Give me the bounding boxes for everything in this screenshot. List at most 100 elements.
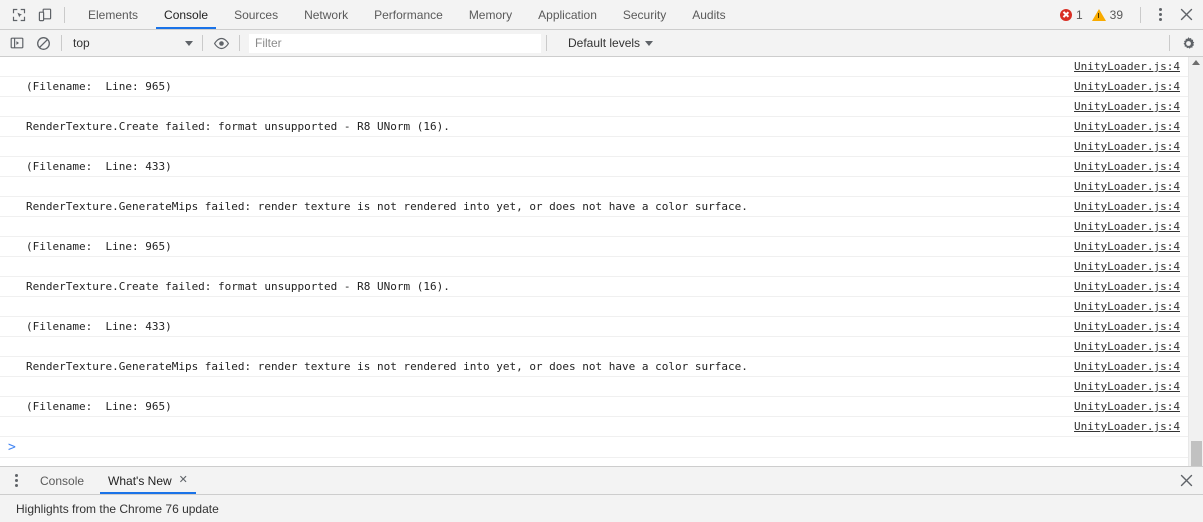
console-sidebar-toggle-icon[interactable]	[4, 31, 30, 55]
tab-console[interactable]: Console	[151, 0, 221, 29]
console-message-row: (Filename: Line: 965) UnityLoader.js:4	[0, 77, 1188, 97]
tabbar-right-tools: 1 39	[1059, 0, 1203, 29]
device-toolbar-icon[interactable]	[32, 1, 58, 29]
console-message-row: UnityLoader.js:4	[0, 337, 1188, 357]
tab-security-label: Security	[622, 7, 667, 22]
tab-security[interactable]: Security	[610, 0, 679, 29]
warning-count: 39	[1109, 7, 1123, 22]
tab-sources-label: Sources	[234, 7, 279, 22]
console-message-text: (Filename: Line: 965)	[26, 80, 172, 93]
drawer-tabbar: Console What's New ✕	[0, 466, 1203, 495]
console-source-link[interactable]: UnityLoader.js:4	[1074, 180, 1180, 193]
tab-network-label: Network	[304, 7, 349, 22]
console-message-area: UnityLoader.js:4 (Filename: Line: 965) Uni…	[0, 57, 1203, 466]
console-message-text: (Filename: Line: 965)	[26, 400, 172, 413]
log-level-selector[interactable]: Default levels	[562, 36, 659, 50]
console-message-row: (Filename: Line: 433) UnityLoader.js:4	[0, 317, 1188, 337]
console-message-text: RenderTexture.GenerateMips failed: rende…	[26, 200, 748, 213]
console-message-text: RenderTexture.Create failed: format unsu…	[26, 120, 450, 133]
tabbar-divider	[64, 6, 65, 23]
console-message-row: UnityLoader.js:4	[0, 97, 1188, 117]
log-level-label: Default levels	[568, 36, 641, 50]
console-source-link[interactable]: UnityLoader.js:4	[1074, 60, 1180, 73]
settings-gear-icon[interactable]	[1175, 31, 1201, 55]
console-filter-toolbar: top Default levels	[0, 30, 1203, 57]
console-source-link[interactable]: UnityLoader.js:4	[1074, 400, 1180, 413]
tab-memory-label: Memory	[468, 7, 513, 22]
console-message-row: UnityLoader.js:4	[0, 297, 1188, 317]
error-warning-counts[interactable]: 1 39	[1059, 7, 1132, 22]
tab-audits[interactable]: Audits	[679, 0, 738, 29]
console-message-row: UnityLoader.js:4	[0, 57, 1188, 77]
filterbar-divider-1	[61, 35, 62, 51]
drawer-tab-console[interactable]: Console	[28, 467, 96, 494]
drawer-more-options-icon[interactable]	[4, 467, 28, 494]
console-message-row: UnityLoader.js:4	[0, 417, 1188, 437]
tabbar-right-divider	[1140, 6, 1141, 23]
filterbar-divider-5	[1169, 35, 1170, 51]
close-drawer-icon[interactable]	[1173, 467, 1199, 495]
console-prompt-row[interactable]: >	[0, 437, 1188, 458]
filter-input[interactable]	[249, 33, 541, 53]
console-source-link[interactable]: UnityLoader.js:4	[1074, 200, 1180, 213]
console-source-link[interactable]: UnityLoader.js:4	[1074, 160, 1180, 173]
console-source-link[interactable]: UnityLoader.js:4	[1074, 260, 1180, 273]
console-message-row: RenderTexture.GenerateMips failed: rende…	[0, 357, 1188, 377]
tab-network[interactable]: Network	[291, 0, 361, 29]
console-message-text: (Filename: Line: 965)	[26, 240, 172, 253]
console-source-link[interactable]: UnityLoader.js:4	[1074, 80, 1180, 93]
console-source-link[interactable]: UnityLoader.js:4	[1074, 420, 1180, 433]
scrollbar-thumb[interactable]	[1191, 441, 1202, 466]
error-count: 1	[1075, 7, 1083, 22]
console-source-link[interactable]: UnityLoader.js:4	[1074, 360, 1180, 373]
close-devtools-icon[interactable]	[1173, 1, 1199, 29]
console-source-link[interactable]: UnityLoader.js:4	[1074, 220, 1180, 233]
console-source-link[interactable]: UnityLoader.js:4	[1074, 300, 1180, 313]
console-message-row: UnityLoader.js:4	[0, 377, 1188, 397]
execution-context-value: top	[73, 36, 90, 50]
console-message-row: UnityLoader.js:4	[0, 177, 1188, 197]
console-message-list: UnityLoader.js:4 (Filename: Line: 965) Uni…	[0, 57, 1188, 466]
chevron-down-icon	[185, 40, 193, 46]
warning-icon	[1091, 8, 1106, 21]
console-source-link[interactable]: UnityLoader.js:4	[1074, 100, 1180, 113]
console-message-row: (Filename: Line: 965) UnityLoader.js:4	[0, 237, 1188, 257]
tab-application[interactable]: Application	[525, 0, 610, 29]
scroll-up-arrow-icon[interactable]	[1192, 60, 1200, 65]
console-source-link[interactable]: UnityLoader.js:4	[1074, 340, 1180, 353]
console-vertical-scrollbar[interactable]	[1188, 57, 1203, 466]
tab-memory[interactable]: Memory	[456, 0, 525, 29]
live-expression-icon[interactable]	[208, 31, 234, 55]
drawer-tab-whats-new[interactable]: What's New ✕	[96, 467, 200, 494]
console-source-link[interactable]: UnityLoader.js:4	[1074, 120, 1180, 133]
tab-elements-label: Elements	[88, 7, 139, 22]
chevron-down-icon	[645, 40, 654, 46]
console-message-text: (Filename: Line: 433)	[26, 320, 172, 333]
console-source-link[interactable]: UnityLoader.js:4	[1074, 140, 1180, 153]
tabbar-left-tools	[0, 0, 71, 29]
console-source-link[interactable]: UnityLoader.js:4	[1074, 280, 1180, 293]
more-options-icon[interactable]	[1147, 1, 1173, 29]
console-message-row: UnityLoader.js:4	[0, 217, 1188, 237]
drawer-tab-console-label: Console	[40, 473, 85, 488]
tab-performance[interactable]: Performance	[361, 0, 456, 29]
tab-console-label: Console	[164, 7, 209, 22]
close-tab-icon[interactable]: ✕	[179, 475, 188, 486]
console-message-row: RenderTexture.Create failed: format unsu…	[0, 117, 1188, 137]
inspect-element-icon[interactable]	[6, 1, 32, 29]
devtools-window: Elements Console Sources Network Perform…	[0, 0, 1203, 522]
tab-elements[interactable]: Elements	[75, 0, 151, 29]
error-icon	[1059, 8, 1072, 21]
execution-context-selector[interactable]: top	[67, 33, 197, 53]
whats-new-heading: Highlights from the Chrome 76 update	[16, 501, 219, 516]
drawer-content-whats-new: Highlights from the Chrome 76 update	[0, 495, 1203, 522]
console-message-row: UnityLoader.js:4	[0, 137, 1188, 157]
clear-console-icon[interactable]	[30, 31, 56, 55]
console-source-link[interactable]: UnityLoader.js:4	[1074, 320, 1180, 333]
console-message-text: RenderTexture.Create failed: format unsu…	[26, 280, 450, 293]
devtools-main-tabbar: Elements Console Sources Network Perform…	[0, 0, 1203, 30]
console-source-link[interactable]: UnityLoader.js:4	[1074, 380, 1180, 393]
console-source-link[interactable]: UnityLoader.js:4	[1074, 240, 1180, 253]
console-message-row: (Filename: Line: 433) UnityLoader.js:4	[0, 157, 1188, 177]
tab-sources[interactable]: Sources	[221, 0, 291, 29]
